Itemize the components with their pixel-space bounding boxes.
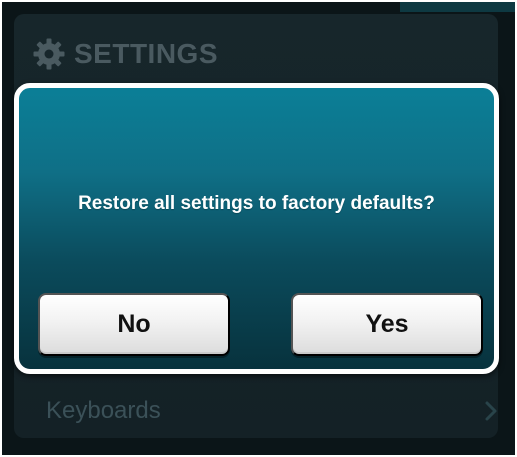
screenshot-frame: SETTINGS Keyboards Restore all settings … [0, 0, 517, 457]
no-button[interactable]: No [38, 293, 230, 356]
dialog-message: Restore all settings to factory defaults… [78, 193, 435, 214]
settings-title: SETTINGS [74, 38, 219, 69]
settings-header: SETTINGS [32, 36, 218, 72]
chevron-right-icon [485, 401, 497, 421]
settings-row-label: Keyboards [46, 397, 161, 424]
settings-row-keyboards[interactable]: Keyboards [46, 396, 498, 426]
yes-button[interactable]: Yes [291, 293, 483, 356]
confirmation-dialog: Restore all settings to factory defaults… [14, 83, 499, 374]
gear-icon [33, 38, 65, 70]
top-accent-bar [400, 2, 515, 12]
device-screen: SETTINGS Keyboards Restore all settings … [2, 2, 515, 455]
